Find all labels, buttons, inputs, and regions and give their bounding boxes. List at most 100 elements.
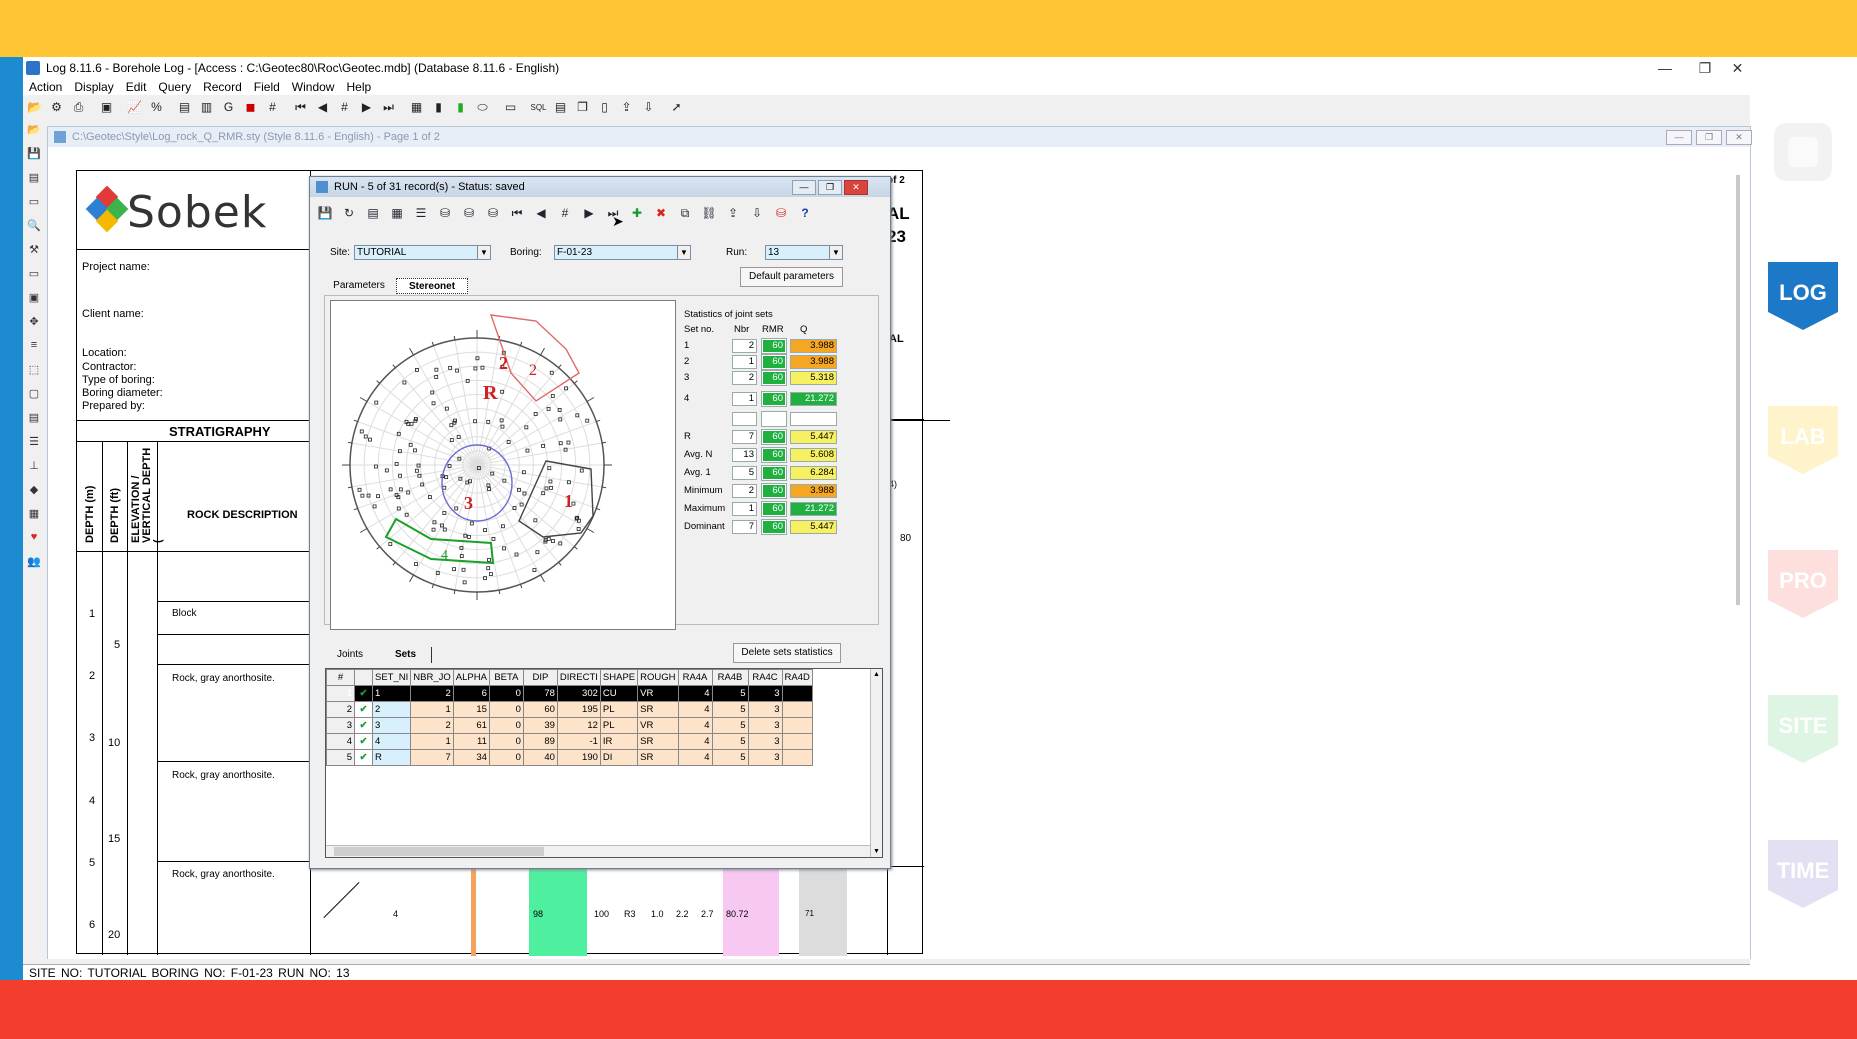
grid-cell[interactable]: 3 (326, 717, 355, 734)
run-select[interactable]: 13 ▼ (765, 245, 843, 260)
grid-header-cell[interactable]: ALPHA (452, 669, 490, 686)
next-record-icon[interactable]: ▶ (357, 98, 376, 116)
chevron-down-icon[interactable]: ▼ (829, 246, 842, 259)
delete-sets-statistics-button[interactable]: Delete sets statistics (733, 643, 841, 663)
grid-cell[interactable]: 40 (522, 749, 558, 766)
grid-header-cell[interactable]: RA4B (711, 669, 749, 686)
menu-edit[interactable]: Edit (120, 80, 153, 94)
grid-cell[interactable]: 2 (371, 701, 412, 718)
stats-nbr-field[interactable]: 13 (732, 448, 757, 462)
grid-cell[interactable]: 4 (371, 733, 412, 750)
grid-header-cell[interactable]: # (326, 669, 355, 686)
diamond-icon[interactable]: ◆ (26, 483, 42, 499)
table-grid-icon[interactable]: ▦ (26, 507, 42, 523)
grid-cell[interactable]: 39 (522, 717, 558, 734)
table-row[interactable]: 5 ✔ R 7 34 0 40 190 DI SR 4 5 3 (326, 749, 813, 766)
stats-q-field[interactable]: 21.272 (790, 502, 837, 516)
tab-log[interactable]: LOG (1768, 262, 1838, 330)
stats-rmr-field[interactable]: 60 (761, 429, 787, 445)
open-folder-icon[interactable]: 📂 (26, 123, 42, 139)
grid-header-cell[interactable]: ROUGH (637, 669, 679, 686)
grid-cell[interactable]: 2 (410, 717, 454, 734)
stats-q-field[interactable]: 5.318 (790, 371, 837, 385)
stats-rmr-field[interactable]: 60 (761, 501, 787, 517)
menu-record[interactable]: Record (197, 80, 248, 94)
print-icon[interactable]: ⎙ (69, 98, 88, 116)
stats-rmr-field[interactable]: 60 (761, 354, 787, 370)
chevron-down-icon[interactable]: ▼ (677, 246, 690, 259)
link-icon[interactable]: ⛓ (700, 204, 718, 222)
move-icon[interactable]: ✥ (26, 315, 42, 331)
stats-rmr-field[interactable]: 60 (761, 483, 787, 499)
grid-header-cell[interactable]: RA4D (781, 669, 813, 686)
grid-cell[interactable]: 0 (488, 733, 524, 750)
list-icon[interactable]: ☰ (26, 435, 42, 451)
tab-site[interactable]: SITE (1768, 695, 1838, 763)
grid-header-cell[interactable]: NBR_JO (410, 669, 454, 686)
stats-rmr-field[interactable]: 60 (761, 519, 787, 535)
percent-icon[interactable]: % (147, 98, 166, 116)
grid-header-cell[interactable]: DIRECTI (556, 669, 601, 686)
grid-cell[interactable]: 4 (677, 749, 713, 766)
stats-nbr-field[interactable]: 7 (732, 520, 757, 534)
list-view-icon[interactable]: ☰ (412, 204, 430, 222)
grid-cell[interactable]: 3 (747, 749, 783, 766)
menu-window[interactable]: Window (286, 80, 341, 94)
cylinder-icon[interactable]: ⬭ (473, 98, 492, 116)
db-link-icon[interactable]: ⛁ (436, 204, 454, 222)
check-icon[interactable]: ✔ (354, 701, 373, 718)
save-icon[interactable]: 💾 (26, 147, 42, 163)
grid-cell[interactable]: 1 (371, 685, 412, 702)
delete-record-icon[interactable]: ✖ (652, 204, 670, 222)
grid-cell[interactable]: 5 (711, 701, 749, 718)
add-record-icon[interactable]: ✚ (628, 204, 646, 222)
stats-q-field[interactable]: 3.988 (790, 339, 837, 353)
grid-cell[interactable]: 1 (410, 733, 454, 750)
grid-cell[interactable]: 5 (711, 717, 749, 734)
grid-cell[interactable]: 4 (677, 717, 713, 734)
grid-cell[interactable]: 4 (677, 733, 713, 750)
grid-header-cell[interactable]: RA4A (677, 669, 713, 686)
grid-cell[interactable]: DI (599, 749, 639, 766)
table-icon[interactable]: ▤ (551, 98, 570, 116)
color-db-icon[interactable]: ⛁ (772, 204, 790, 222)
chart-icon[interactable]: 📈 (125, 98, 144, 116)
grid-hscrollbar[interactable] (326, 845, 870, 857)
grid-cell[interactable]: 3 (747, 685, 783, 702)
grid-cell[interactable]: PL (599, 701, 639, 718)
grid-header-cell[interactable]: DIP (522, 669, 558, 686)
grid-cell[interactable]: 61 (452, 717, 490, 734)
grid-cell[interactable]: 15 (452, 701, 490, 718)
g-icon[interactable]: G (219, 98, 238, 116)
grid-cell[interactable] (781, 717, 813, 734)
stats-nbr-field[interactable]: 7 (732, 430, 757, 444)
image-icon[interactable]: ▣ (26, 291, 42, 307)
child-close-button[interactable]: ✕ (1726, 130, 1752, 145)
color-bar-icon[interactable]: ▮ (451, 98, 470, 116)
child-restore-button[interactable]: ❐ (1696, 130, 1722, 145)
grid-cell[interactable]: 0 (488, 701, 524, 718)
grid-cell[interactable]: 4 (677, 701, 713, 718)
stats-q-field[interactable]: 5.447 (790, 430, 837, 444)
heart-icon[interactable]: ♥ (26, 531, 42, 547)
chevron-down-icon[interactable]: ▼ (477, 246, 490, 259)
table-row[interactable]: 1 ✔ 1 2 6 0 78 302 CU VR 4 5 3 (326, 685, 813, 702)
grid-cell[interactable]: SR (637, 749, 679, 766)
grid-cell[interactable]: R (371, 749, 412, 766)
zoom-icon[interactable]: 🔍 (26, 219, 42, 235)
stats-rmr-field[interactable]: 60 (761, 338, 787, 354)
export-icon[interactable]: ⇪ (617, 98, 636, 116)
bars-icon[interactable]: ▮ (429, 98, 448, 116)
grid-cell[interactable]: 89 (522, 733, 558, 750)
grid-cell[interactable] (781, 701, 813, 718)
stats-nbr-field[interactable]: 2 (732, 371, 757, 385)
stats-rmr-field[interactable]: 60 (761, 391, 787, 407)
first-record-icon[interactable]: ⏮ (508, 204, 526, 222)
dialog-close-button[interactable]: ✕ (844, 180, 868, 195)
stats-q-field[interactable]: 6.284 (790, 466, 837, 480)
grid-cell[interactable]: 5 (711, 733, 749, 750)
red-box-icon[interactable]: ◼ (241, 98, 260, 116)
grid-view-icon[interactable]: ▦ (388, 204, 406, 222)
menu-help[interactable]: Help (340, 80, 377, 94)
grid-cell[interactable]: 1 (410, 701, 454, 718)
